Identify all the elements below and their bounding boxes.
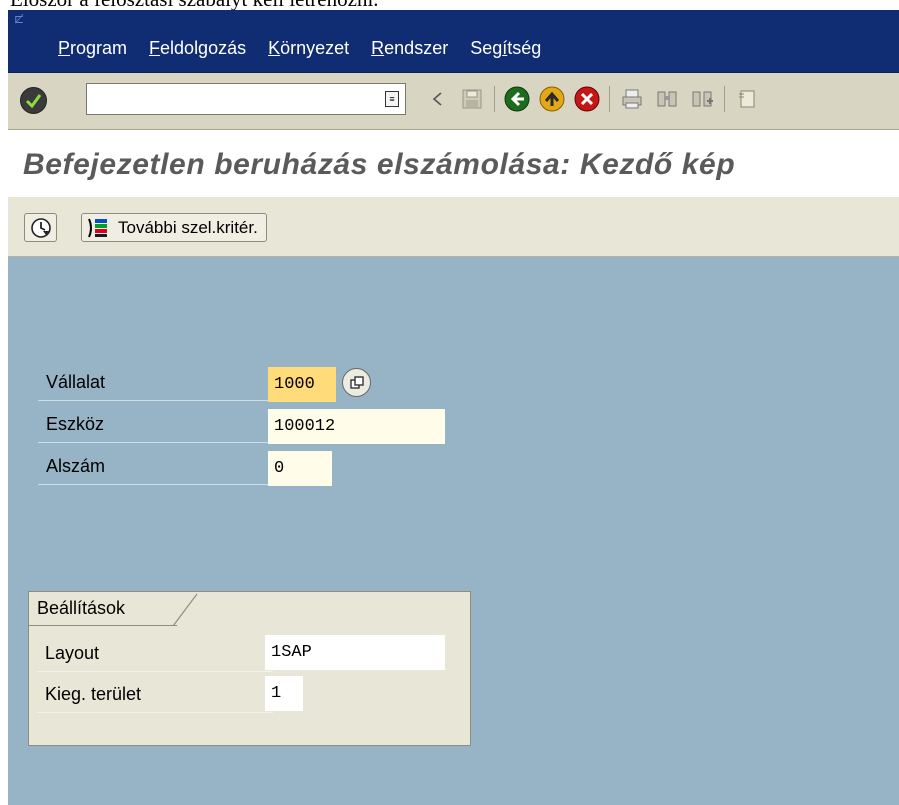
work-area: Vállalat 1000 Eszköz 100012 Alszám 0 Beá… bbox=[8, 257, 899, 805]
settings-group: Beállítások Layout 1SAP Kieg. terület 1 bbox=[28, 591, 471, 746]
toolbar-separator bbox=[494, 86, 495, 112]
page-title: Befejezetlen beruházás elszámolása: Kezd… bbox=[23, 148, 736, 181]
back-arrow-icon[interactable] bbox=[424, 86, 450, 112]
company-label: Vállalat bbox=[38, 364, 268, 401]
menu-program[interactable]: Program bbox=[58, 38, 127, 59]
subnumber-label: Alszám bbox=[38, 448, 268, 485]
tab-edge-icon bbox=[173, 593, 198, 626]
company-field[interactable]: 1000 bbox=[268, 367, 336, 402]
supp-area-field[interactable]: 1 bbox=[265, 676, 303, 711]
search-help-button[interactable] bbox=[342, 368, 371, 397]
cancel-icon[interactable] bbox=[574, 86, 600, 112]
clock-execute-icon bbox=[30, 217, 51, 238]
subnumber-field[interactable]: 0 bbox=[268, 451, 332, 486]
more-criteria-label: További szel.kritér. bbox=[118, 217, 258, 237]
find-next-icon[interactable] bbox=[689, 86, 715, 112]
menu-help[interactable]: Segítség bbox=[470, 38, 541, 59]
possible-entries-icon bbox=[349, 375, 364, 389]
more-criteria-button[interactable]: További szel.kritér. bbox=[81, 213, 267, 242]
enter-icon[interactable] bbox=[20, 87, 47, 114]
first-page-icon[interactable] bbox=[734, 86, 760, 112]
settings-group-title: Beállítások bbox=[29, 592, 198, 626]
layout-row: Layout 1SAP bbox=[37, 633, 462, 673]
supp-area-label: Kieg. terület bbox=[37, 676, 273, 713]
menu-environment[interactable]: Környezet bbox=[268, 38, 349, 59]
window-menu-icon[interactable]: ⊏̸ bbox=[14, 12, 24, 26]
title-area: Befejezetlen beruházás elszámolása: Kezd… bbox=[8, 130, 899, 196]
back-icon[interactable] bbox=[504, 86, 530, 112]
menu-bar: ⊏̸ Program Feldolgozás Környezet Rendsze… bbox=[8, 10, 899, 73]
layout-field[interactable]: 1SAP bbox=[265, 635, 445, 670]
selection-criteria-icon bbox=[88, 218, 107, 237]
menu-processing[interactable]: Feldolgozás bbox=[149, 38, 246, 59]
exit-icon[interactable] bbox=[539, 86, 565, 112]
command-input[interactable] bbox=[87, 84, 379, 112]
menu-system[interactable]: Rendszer bbox=[371, 38, 448, 59]
supp-area-row: Kieg. terület 1 bbox=[37, 674, 462, 714]
execute-button[interactable] bbox=[24, 213, 57, 242]
print-icon[interactable] bbox=[619, 86, 645, 112]
layout-label: Layout bbox=[37, 635, 273, 672]
asset-field[interactable]: 100012 bbox=[268, 409, 445, 444]
command-field[interactable]: ≡ bbox=[86, 83, 406, 115]
asset-label: Eszköz bbox=[38, 406, 268, 443]
application-toolbar: További szel.kritér. bbox=[8, 197, 899, 257]
save-icon[interactable] bbox=[459, 86, 485, 112]
toolbar-separator bbox=[724, 86, 725, 112]
find-icon[interactable] bbox=[654, 86, 680, 112]
standard-toolbar: ≡ bbox=[8, 73, 899, 130]
command-history-icon[interactable]: ≡ bbox=[385, 91, 399, 107]
toolbar-separator bbox=[609, 86, 610, 112]
